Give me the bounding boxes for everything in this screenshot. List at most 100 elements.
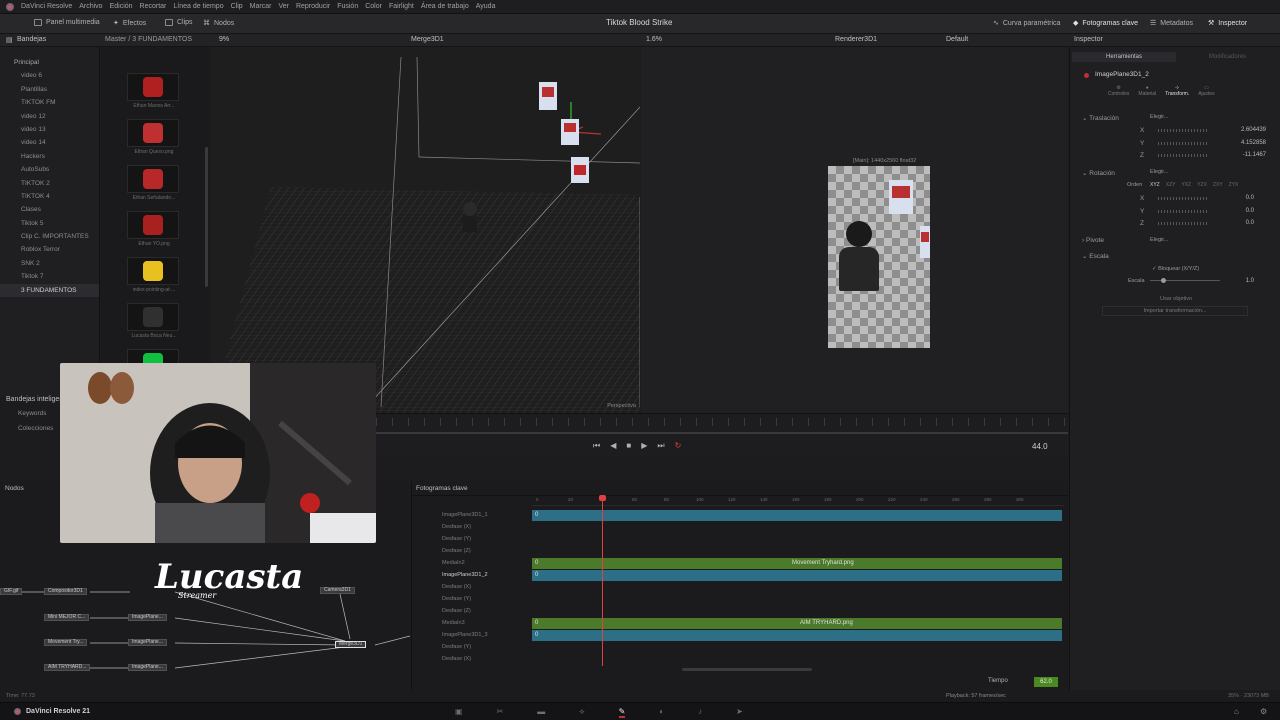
ry-slider[interactable] — [1158, 210, 1208, 213]
bins-toggle-icon[interactable]: ▤ — [6, 36, 13, 44]
spline-button[interactable]: ∿ Curva paramétrica — [993, 19, 1060, 28]
menu-item-mark[interactable]: Marcar — [250, 3, 272, 10]
bin-item[interactable]: video 13 — [0, 123, 99, 136]
menu-item-fusion[interactable]: Fusión — [337, 3, 358, 10]
nodes-button[interactable]: ⌘ Nodos — [203, 19, 234, 28]
keyframes-button[interactable]: ◆ Fotogramas clave — [1073, 19, 1138, 28]
menu-item-workspace[interactable]: Área de trabajo — [421, 3, 469, 10]
kf-track-imageplane-1[interactable] — [532, 510, 1062, 521]
tx-slider[interactable] — [1158, 129, 1208, 132]
section-translation[interactable]: ⌄ Traslación — [1082, 114, 1119, 122]
zoom-left[interactable]: 9% — [219, 36, 229, 43]
kf-track-name[interactable]: MediaIn3 — [412, 617, 528, 629]
loop-icon[interactable]: ↻ — [675, 441, 682, 451]
media-page-icon[interactable]: ▣ — [455, 707, 463, 718]
kf-track-name[interactable]: ImagePlane3D1_3 — [412, 629, 528, 641]
pick-button-2[interactable]: Elegir... — [1150, 169, 1168, 175]
effects-button[interactable]: ✦ Efectos — [113, 19, 146, 28]
node-merge3d[interactable]: Merge3D1 — [335, 641, 367, 648]
skip-end-icon[interactable]: ⏭ — [657, 441, 664, 451]
bin-item[interactable]: Clases — [0, 203, 99, 216]
node-mini-mejor[interactable]: Mini MEJOR C... — [44, 614, 90, 621]
stop-icon[interactable]: ■ — [626, 441, 631, 451]
kf-track-name[interactable]: Desfase (X) — [412, 521, 528, 533]
node-compositor3d[interactable]: Compositor3D1 — [44, 588, 87, 595]
node-movement-try[interactable]: Movement Try... — [44, 639, 88, 646]
tx-value[interactable]: 2.604439 — [1241, 127, 1266, 133]
menu-item-view[interactable]: Ver — [278, 3, 289, 10]
tz-slider[interactable] — [1158, 154, 1208, 157]
viewer-2d[interactable]: [Main]: 1440x2560 float32 — [641, 47, 1068, 413]
section-scale[interactable]: ⌄ Escala — [1082, 252, 1109, 260]
node-gif[interactable]: GIF.gif — [0, 588, 23, 595]
kf-track-name[interactable]: Desfase (Z) — [412, 545, 528, 557]
clip-thumbnail[interactable] — [127, 165, 179, 193]
bin-item[interactable]: SNK 2 — [0, 257, 99, 270]
keywords-bin[interactable]: Keywords — [18, 410, 47, 417]
clips-button[interactable]: Clips — [165, 19, 193, 26]
edit-page-icon[interactable]: ▬ — [537, 707, 545, 718]
subtab-controls[interactable]: ⚙ Controles — [1108, 85, 1129, 97]
fusion-page-icon[interactable]: ⟡ — [579, 707, 584, 718]
kf-playhead[interactable] — [602, 496, 603, 666]
time-mode-label[interactable]: Tiempo — [988, 678, 1008, 684]
menu-item-help[interactable]: Ayuda — [476, 3, 496, 10]
import-transform-button[interactable]: Importar transformación... — [1102, 306, 1248, 316]
rz-slider[interactable] — [1158, 222, 1208, 225]
viewer-3d[interactable]: Perspectiva — [211, 47, 640, 413]
play-icon[interactable]: ▶ — [641, 441, 647, 451]
scrub-bar[interactable] — [376, 432, 1068, 434]
menu-item-playback[interactable]: Reproducir — [296, 3, 330, 10]
subtab-material[interactable]: ● Material — [1138, 85, 1156, 97]
subtab-transform[interactable]: ⊹ Transform. — [1165, 85, 1189, 97]
order-zxy[interactable]: ZXY — [1213, 182, 1223, 188]
bin-item[interactable]: Clip C. IMPORTANTES — [0, 230, 99, 243]
bin-item[interactable]: 3 FUNDAMENTOS — [0, 283, 99, 298]
rx-slider[interactable] — [1158, 197, 1208, 200]
pick-button-3[interactable]: Elegir... — [1150, 237, 1168, 243]
bin-item[interactable]: TIKTOK FM — [0, 96, 99, 109]
clip-thumbnail[interactable] — [127, 257, 179, 285]
kf-track-mediain3[interactable] — [532, 618, 1062, 629]
node-camera3d[interactable]: Camera3D1 — [320, 587, 355, 594]
tz-value[interactable]: -11.1467 — [1243, 152, 1266, 158]
rz-value[interactable]: 0.0 — [1246, 220, 1254, 226]
menu-item-app[interactable]: DaVinci Resolve — [21, 3, 72, 10]
kf-track-imageplane-2[interactable] — [532, 570, 1062, 581]
bin-item[interactable]: Tiktok 7 — [0, 270, 99, 283]
bin-item[interactable]: Roblox Terror — [0, 243, 99, 256]
section-pivot[interactable]: › Pivote — [1082, 237, 1104, 244]
lut-select[interactable]: Default — [946, 36, 968, 43]
bin-item[interactable]: TIKTOK 4 — [0, 190, 99, 203]
ty-value[interactable]: 4.152858 — [1241, 140, 1266, 146]
kf-playhead-handle[interactable] — [599, 495, 606, 501]
order-zyx[interactable]: ZYX — [1229, 182, 1239, 188]
order-xyz[interactable]: XYZ — [1150, 182, 1160, 188]
clip-thumbnail[interactable] — [127, 119, 179, 147]
kf-track-name[interactable]: Desfase (Z) — [412, 605, 528, 617]
time-ruler[interactable] — [376, 418, 1068, 426]
rx-value[interactable]: 0.0 — [1246, 195, 1254, 201]
scale-slider-handle[interactable] — [1161, 278, 1166, 283]
clips-scrollbar[interactable] — [205, 147, 208, 287]
scale-value[interactable]: 1.0 — [1246, 278, 1254, 284]
node-imageplane-2[interactable]: ImagePlane... — [128, 639, 167, 646]
bin-item[interactable]: video 12 — [0, 110, 99, 123]
kf-track-name[interactable]: ImagePlane3D1_2 — [412, 569, 528, 581]
section-rotation[interactable]: ⌄ Rotación — [1082, 169, 1115, 177]
bin-item[interactable]: Plantillas — [0, 83, 99, 96]
fairlight-page-icon[interactable]: ♪ — [698, 707, 702, 718]
inspector-button[interactable]: ⚒ Inspector — [1208, 19, 1247, 28]
clip-thumbnail[interactable] — [127, 73, 179, 101]
kf-track-name[interactable]: MediaIn2 — [412, 557, 528, 569]
order-yzx[interactable]: YZX — [1197, 182, 1207, 188]
bin-item[interactable]: video 14 — [0, 136, 99, 149]
menu-item-edit[interactable]: Edición — [110, 3, 133, 10]
bin-item[interactable]: Tiktok 5 — [0, 217, 99, 230]
use-target-checkbox[interactable]: Usar objetivo — [1160, 296, 1192, 302]
clip-thumbnail[interactable] — [127, 303, 179, 331]
metadata-button[interactable]: ☰ Metadatos — [1150, 19, 1193, 28]
settings-gear-icon[interactable]: ⚙ — [1260, 707, 1267, 716]
home-icon[interactable]: ⌂ — [1234, 707, 1239, 716]
kf-track-name[interactable]: Desfase (Y) — [412, 641, 528, 653]
